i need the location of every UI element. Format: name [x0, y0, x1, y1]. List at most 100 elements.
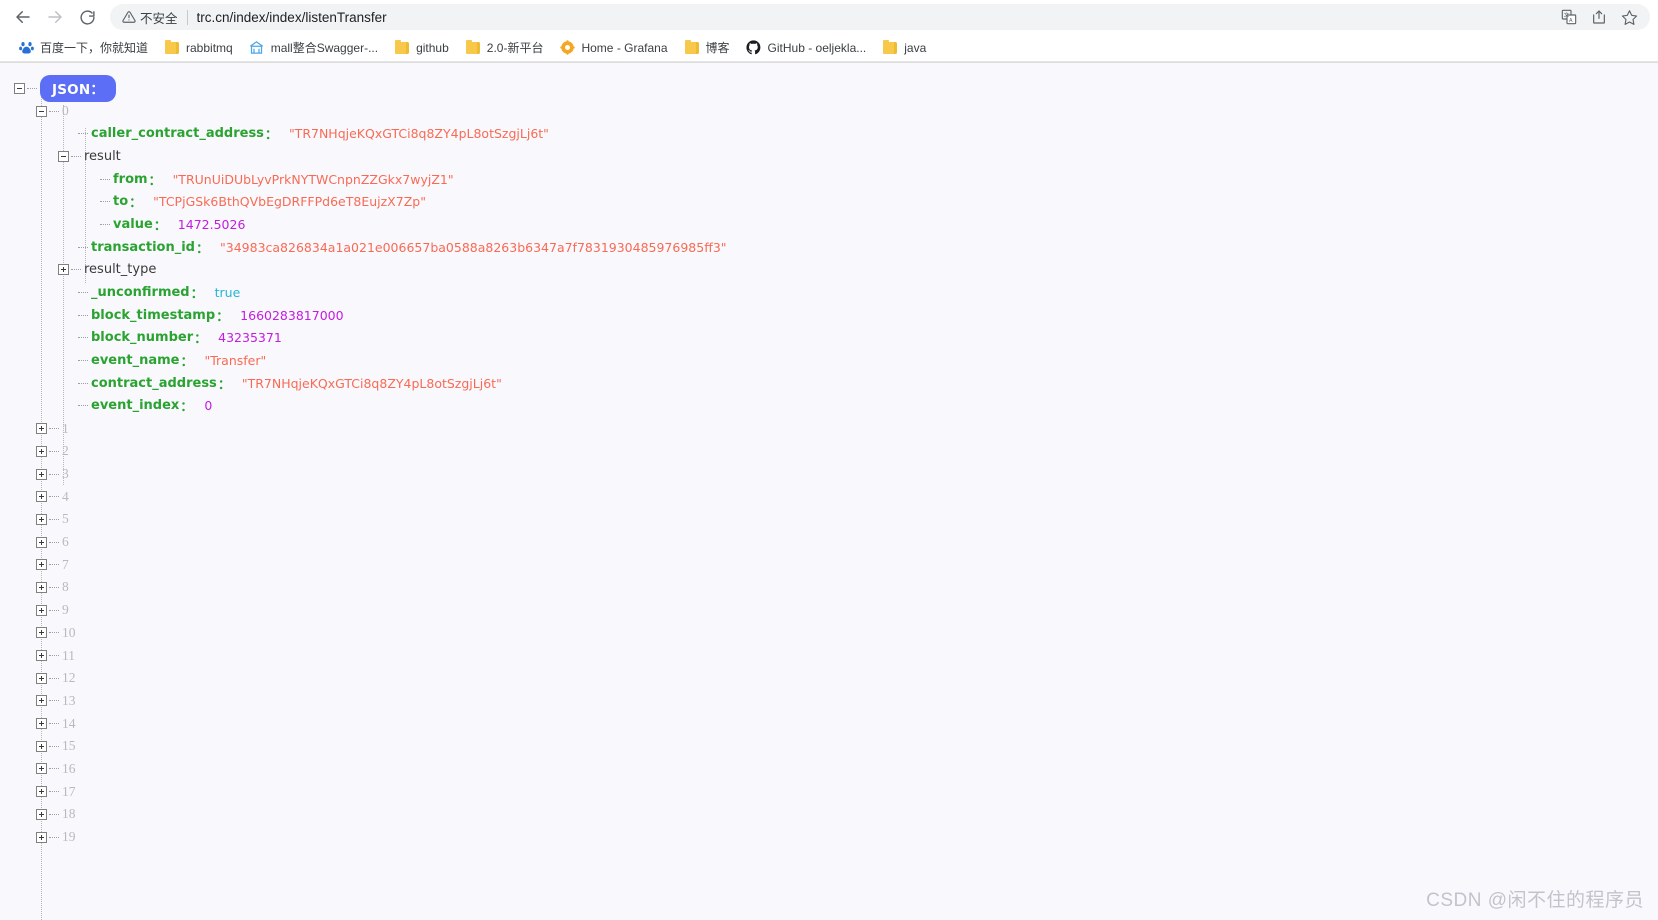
json-array-index-row[interactable]: 14: [0, 712, 1658, 735]
reload-button[interactable]: [72, 2, 102, 32]
expand-toggle-icon[interactable]: [36, 808, 47, 820]
expand-toggle-icon[interactable]: [36, 445, 47, 457]
expand-toggle-icon[interactable]: [36, 581, 47, 593]
json-array-index-row[interactable]: 16: [0, 758, 1658, 781]
json-value: "Transfer": [204, 353, 267, 369]
json-entry-row[interactable]: to： "TCPjGSk6BthQVbEgDRFFPd6eT8EujzX7Zp": [0, 190, 1658, 213]
expand-toggle-icon[interactable]: [36, 831, 47, 843]
json-array-index-row[interactable]: 13: [0, 690, 1658, 713]
tree-connector: [78, 292, 88, 294]
json-array-index-row[interactable]: 18: [0, 803, 1658, 826]
not-secure-warning-icon: [122, 10, 136, 24]
array-index-label: 3: [62, 466, 69, 482]
json-entry-row[interactable]: value： 1472.5026: [0, 213, 1658, 236]
json-entry-row[interactable]: caller_contract_address： "TR7NHqjeKQxGTC…: [0, 122, 1658, 145]
back-button[interactable]: [8, 2, 38, 32]
json-array-index-row[interactable]: 1: [0, 417, 1658, 440]
json-entry-row[interactable]: event_name： "Transfer": [0, 349, 1658, 372]
json-array-index-row[interactable]: 11: [0, 644, 1658, 667]
expand-toggle-icon[interactable]: [58, 264, 69, 276]
expand-toggle-icon[interactable]: [36, 513, 47, 525]
expand-toggle-icon[interactable]: [36, 650, 47, 662]
array-index-label: 1: [62, 420, 69, 436]
bookmark-label: 百度一下，你就知道: [40, 41, 149, 55]
expand-toggle-icon[interactable]: [36, 604, 47, 616]
json-entry-row[interactable]: _unconfirmed： true: [0, 281, 1658, 304]
expand-toggle-icon[interactable]: [36, 740, 47, 752]
json-entry-row[interactable]: contract_address： "TR7NHqjeKQxGTCi8q8ZY4…: [0, 372, 1658, 395]
json-colon: ：: [148, 173, 162, 189]
bookmark-item[interactable]: 百度一下，你就知道: [10, 36, 156, 59]
tree-connector: [49, 564, 59, 566]
expand-toggle-icon[interactable]: [36, 763, 47, 775]
collapse-toggle-icon[interactable]: [14, 82, 25, 94]
bookmark-star-icon[interactable]: [1621, 9, 1638, 26]
bookmark-item[interactable]: mall整合Swagger-...: [241, 36, 386, 59]
expand-toggle-icon[interactable]: [36, 672, 47, 684]
json-array-index-row[interactable]: 7: [0, 553, 1658, 576]
share-icon[interactable]: [1591, 9, 1607, 25]
expand-toggle-icon[interactable]: [36, 718, 47, 730]
array-index-label: 4: [62, 488, 69, 504]
tree-connector: [49, 450, 59, 452]
json-entry-row[interactable]: result_type: [0, 259, 1658, 282]
url-text[interactable]: trc.cn/index/index/listenTransfer: [197, 10, 387, 25]
github-icon: [746, 40, 762, 56]
forward-button[interactable]: [40, 2, 70, 32]
expand-toggle-icon[interactable]: [36, 627, 47, 639]
bookmark-item[interactable]: java: [874, 37, 934, 59]
swagger-icon: [249, 40, 265, 56]
json-entry-row[interactable]: event_index： 0: [0, 395, 1658, 418]
collapse-toggle-icon[interactable]: [36, 105, 47, 117]
translate-icon[interactable]: 文A: [1561, 9, 1577, 25]
json-key: event_name: [91, 353, 180, 369]
json-array-index-row[interactable]: 4: [0, 485, 1658, 508]
json-array-index-row[interactable]: 3: [0, 463, 1658, 486]
expand-toggle-icon[interactable]: [36, 536, 47, 548]
json-viewer: JSON： 0 caller_contract_address： "TR7NHq…: [0, 63, 1658, 920]
json-root-badge: JSON：: [40, 74, 117, 102]
json-entry-row[interactable]: block_timestamp： 1660283817000: [0, 304, 1658, 327]
array-index-label: 12: [62, 670, 76, 686]
expand-toggle-icon[interactable]: [36, 786, 47, 798]
bookmark-item[interactable]: GitHub - oeljekla...: [738, 37, 875, 59]
json-colon: ：: [180, 400, 194, 416]
array-index-label: 7: [62, 556, 69, 572]
json-root-row[interactable]: JSON：: [0, 74, 1658, 102]
json-array-index-row[interactable]: 0: [0, 100, 1658, 123]
json-colon: ：: [190, 287, 204, 303]
collapse-toggle-icon[interactable]: [58, 150, 69, 162]
json-array-index-row[interactable]: 17: [0, 780, 1658, 803]
json-array-index-row[interactable]: 12: [0, 667, 1658, 690]
json-entry-row[interactable]: block_number： 43235371: [0, 327, 1658, 350]
address-bar[interactable]: 不安全 trc.cn/index/index/listenTransfer 文A: [110, 4, 1650, 30]
json-array-index-row[interactable]: 9: [0, 599, 1658, 622]
tree-connector: [100, 223, 110, 225]
tree-connector: [71, 155, 81, 157]
tree-connector: [49, 586, 59, 588]
json-array-index-row[interactable]: 15: [0, 735, 1658, 758]
json-entry-row[interactable]: result: [0, 145, 1658, 168]
expand-toggle-icon[interactable]: [36, 468, 47, 480]
expand-toggle-icon[interactable]: [36, 695, 47, 707]
json-array-index-row[interactable]: 8: [0, 576, 1658, 599]
json-colon: ：: [217, 377, 231, 393]
json-array-index-row[interactable]: 10: [0, 622, 1658, 645]
grafana-icon: [559, 40, 575, 56]
bookmark-item[interactable]: github: [386, 37, 457, 59]
expand-toggle-icon[interactable]: [36, 491, 47, 503]
tree-connector: [49, 677, 59, 679]
json-array-index-row[interactable]: 5: [0, 508, 1658, 531]
bookmark-item[interactable]: Home - Grafana: [551, 37, 675, 59]
json-entry-row[interactable]: transaction_id： "34983ca826834a1a021e006…: [0, 236, 1658, 259]
bookmark-item[interactable]: rabbitmq: [156, 37, 241, 59]
json-array-index-row[interactable]: 19: [0, 826, 1658, 849]
json-array-index-row[interactable]: 6: [0, 531, 1658, 554]
tree-connector: [49, 745, 59, 747]
expand-toggle-icon[interactable]: [36, 423, 47, 435]
bookmark-item[interactable]: 博客: [676, 36, 738, 59]
json-array-index-row[interactable]: 2: [0, 440, 1658, 463]
json-entry-row[interactable]: from： "TRUnUiDUbLyvPrkNYTWCnpnZZGkx7wyjZ…: [0, 168, 1658, 191]
expand-toggle-icon[interactable]: [36, 559, 47, 571]
bookmark-item[interactable]: 2.0-新平台: [457, 36, 552, 59]
